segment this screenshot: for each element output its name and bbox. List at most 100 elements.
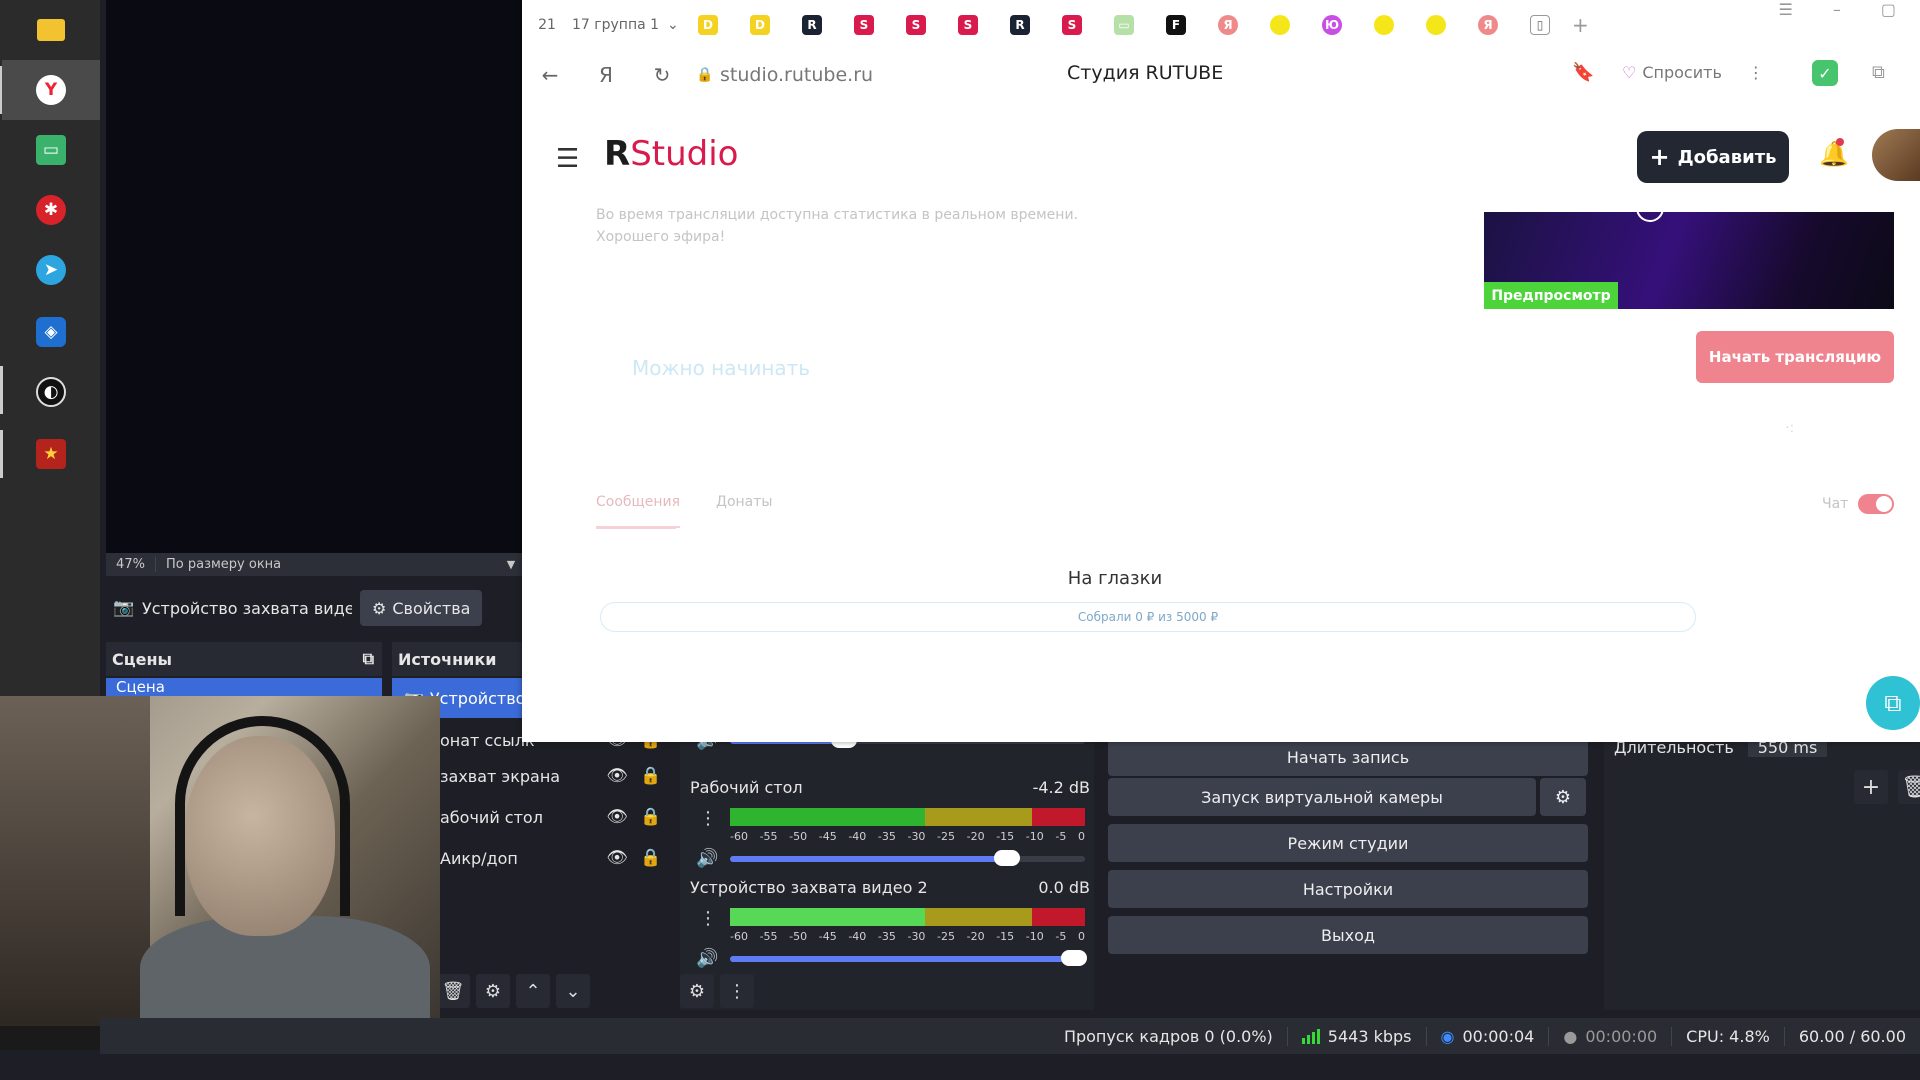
more-vertical-icon[interactable]: ⋮ bbox=[698, 908, 718, 929]
studio-mode-button[interactable]: Режим студии bbox=[1108, 824, 1588, 862]
settings-button[interactable]: Настройки bbox=[1108, 870, 1588, 908]
source-row[interactable]: захват экрана 👁 🔒 bbox=[440, 756, 670, 796]
studio-tab-icon[interactable]: S bbox=[1062, 15, 1082, 35]
tab-group[interactable]: 17 группа 1 ⌄ bbox=[572, 17, 682, 33]
studio-tab-icon[interactable]: S bbox=[906, 15, 926, 35]
page-tab-icon[interactable]: ▯ bbox=[1530, 15, 1550, 35]
studio-tab-icon[interactable]: S bbox=[958, 15, 978, 35]
trash-icon[interactable]: 🗑 bbox=[436, 974, 470, 1008]
yandex-tab-icon[interactable]: Я bbox=[1218, 15, 1238, 35]
chat-toggle[interactable] bbox=[1858, 494, 1895, 514]
virtual-camera-button[interactable]: Запуск виртуальной камеры bbox=[1108, 778, 1536, 816]
tab-donate[interactable]: Донаты bbox=[716, 494, 772, 528]
url-field[interactable]: studio.rutube.ru bbox=[720, 64, 1020, 86]
back-icon[interactable]: ← bbox=[522, 63, 578, 87]
avatar[interactable] bbox=[1872, 129, 1920, 181]
gear-icon[interactable]: ⚙ bbox=[1540, 778, 1586, 816]
volume-slider[interactable] bbox=[730, 850, 1085, 866]
f-tab-icon[interactable]: F bbox=[1166, 15, 1186, 35]
dot-tab-icon[interactable] bbox=[1374, 15, 1394, 35]
preview-shape bbox=[1636, 206, 1664, 222]
gear-icon[interactable]: ⚙ bbox=[476, 974, 510, 1008]
studio-tab-icon[interactable]: S bbox=[854, 15, 874, 35]
yu-tab-icon[interactable]: Ю bbox=[1322, 15, 1342, 35]
hamburger-menu-icon[interactable]: ☰ bbox=[556, 144, 579, 174]
yandex-browser-taskbar-item[interactable]: Y bbox=[2, 60, 100, 120]
scene-item-selected[interactable]: Сцена bbox=[106, 678, 382, 698]
webcam-background bbox=[0, 696, 150, 1026]
source-row[interactable]: абочий стол 👁 🔒 bbox=[440, 797, 670, 837]
dot-tab-icon[interactable] bbox=[1426, 15, 1446, 35]
telegram-taskbar-item[interactable]: ➤ bbox=[2, 240, 100, 300]
folder-taskbar-item[interactable] bbox=[2, 0, 100, 60]
volume-thumb[interactable] bbox=[1061, 950, 1088, 966]
yandex-browser-icon: Y bbox=[36, 75, 66, 105]
gear-icon[interactable]: ⚙ bbox=[680, 974, 714, 1008]
obs-taskbar-item[interactable]: ◐ bbox=[2, 362, 100, 422]
speaker-icon[interactable]: 🔊 bbox=[696, 848, 720, 869]
ask-label: Спросить bbox=[1642, 63, 1722, 82]
tab-count[interactable]: 21 bbox=[522, 17, 572, 33]
minimize-icon[interactable]: – bbox=[1833, 0, 1841, 19]
bookmark-icon[interactable]: 🔖 bbox=[1572, 62, 1594, 83]
ask-button[interactable]: ♡ Спросить ⋮ bbox=[1622, 63, 1764, 82]
studio-header: ☰ RStudio + Добавить 🔔 bbox=[522, 126, 1920, 186]
exit-button[interactable]: Выход bbox=[1108, 916, 1588, 954]
more-vertical-icon[interactable]: ⋮ bbox=[720, 974, 754, 1008]
meter-red bbox=[1031, 908, 1085, 926]
zoom-mode[interactable]: По размеру окна bbox=[156, 557, 496, 572]
speaker-icon[interactable]: 🔊 bbox=[696, 948, 720, 969]
more-vertical-icon[interactable]: ⋮ bbox=[1748, 63, 1764, 82]
rutube-tab-icon[interactable]: R bbox=[1010, 15, 1030, 35]
new-tab-icon[interactable]: + bbox=[1572, 13, 1589, 37]
start-record-button[interactable]: Начать запись bbox=[1108, 738, 1588, 776]
desktop: Y ▭ ✱ ➤ ◈ ◐ ★ 47% По размеру окна ▼ 📷 Ус… bbox=[0, 0, 1920, 1080]
chat-tab-icon[interactable]: D bbox=[750, 15, 770, 35]
obs-status-bar: Пропуск кадров 0 (0.0%) 5443 kbps ◉ 00:0… bbox=[100, 1018, 1920, 1054]
dot-tab-icon[interactable] bbox=[1270, 15, 1290, 35]
bell-icon[interactable]: 🔔 bbox=[1819, 140, 1849, 168]
volume-thumb[interactable] bbox=[993, 850, 1020, 866]
scale-tick: 0 bbox=[1077, 930, 1085, 943]
lock-icon[interactable]: 🔒 bbox=[634, 848, 668, 868]
antivirus-taskbar-item[interactable]: ✱ bbox=[2, 180, 100, 240]
plus-icon[interactable]: + bbox=[1854, 770, 1888, 804]
support-chat-icon[interactable]: ⧉ bbox=[1866, 676, 1920, 730]
notification-dot bbox=[1836, 138, 1844, 146]
scale-tick: -5 bbox=[1055, 930, 1067, 943]
eye-icon[interactable]: 👁 bbox=[600, 848, 634, 868]
extensions-icon[interactable]: ⧉ bbox=[1872, 62, 1885, 83]
reload-icon[interactable]: ↻ bbox=[634, 63, 690, 87]
tab-messages[interactable]: Сообщения bbox=[596, 494, 681, 528]
volume-slider[interactable] bbox=[730, 950, 1088, 966]
lock-icon[interactable]: 🔒 bbox=[634, 807, 668, 827]
channel-header: Рабочий стол -4.2 dB bbox=[690, 778, 1090, 797]
image-tab-icon[interactable]: ▭ bbox=[1114, 15, 1134, 35]
lock-icon[interactable]: 🔒 bbox=[634, 766, 668, 786]
trash-icon[interactable]: 🗑 bbox=[1898, 770, 1920, 804]
menu-icon[interactable]: ☰ bbox=[1779, 0, 1793, 19]
obs-preview[interactable] bbox=[106, 0, 526, 553]
chat-tab-icon[interactable]: D bbox=[698, 15, 718, 35]
game-taskbar-item[interactable]: ★ bbox=[2, 424, 100, 484]
rutube-tab-icon[interactable]: R bbox=[802, 15, 822, 35]
source-row[interactable]: Аикр/доп 👁 🔒 bbox=[440, 838, 670, 878]
more-vertical-icon[interactable]: ⋮ bbox=[698, 808, 718, 829]
maximize-icon[interactable]: ▢ bbox=[1881, 0, 1896, 19]
monitor-taskbar-item[interactable]: ▭ bbox=[2, 120, 100, 180]
scale-tick: -30 bbox=[907, 830, 926, 843]
arrow-up-icon[interactable]: ⌃ bbox=[516, 974, 550, 1008]
vpn-taskbar-item[interactable]: ◈ bbox=[2, 302, 100, 362]
undock-icon[interactable]: ⧉ bbox=[363, 649, 374, 669]
lock-icon[interactable]: 🔒 bbox=[690, 67, 720, 83]
arrow-down-icon[interactable]: ⌄ bbox=[556, 974, 590, 1008]
protection-shield-icon[interactable]: ✓ bbox=[1812, 60, 1838, 86]
yandex-tab-icon[interactable]: Я bbox=[1478, 15, 1498, 35]
properties-button[interactable]: ⚙ Свойства bbox=[360, 590, 483, 626]
eye-icon[interactable]: 👁 bbox=[600, 807, 634, 827]
rstudio-logo[interactable]: RStudio bbox=[604, 134, 738, 174]
yandex-icon[interactable]: Я bbox=[578, 63, 634, 87]
eye-icon[interactable]: 👁 bbox=[600, 766, 634, 786]
add-button[interactable]: + Добавить bbox=[1637, 131, 1789, 183]
start-stream-button[interactable]: Начать трансляцию bbox=[1696, 331, 1894, 383]
